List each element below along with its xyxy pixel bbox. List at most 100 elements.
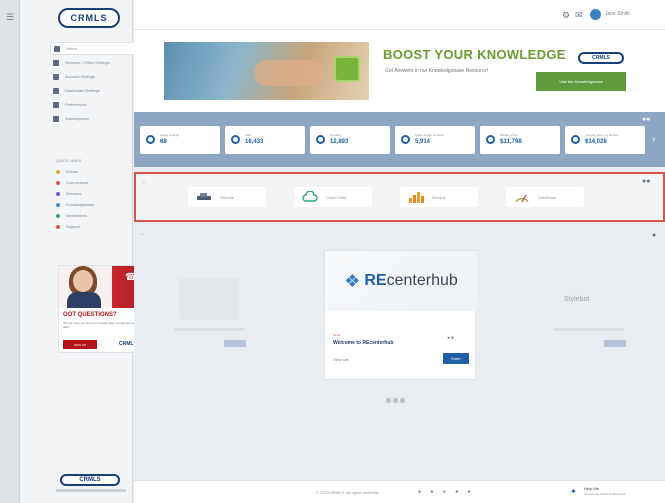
grid-icon: [53, 115, 59, 122]
stat-label: Active Listings: [160, 133, 180, 137]
stat-value: 12,893: [330, 139, 349, 145]
more-icon[interactable]: ●●: [642, 178, 650, 185]
more-icon[interactable]: ●: [652, 232, 656, 239]
quick-link-label: Flexmls: [220, 194, 234, 200]
stat-value: 68: [160, 139, 167, 145]
stat-ring-icon: [316, 135, 325, 144]
mail-icon[interactable]: ✉: [575, 10, 583, 21]
recenterhub-card[interactable]: ❖ RE centerhub News Welcome to REcenterh…: [324, 250, 477, 380]
sidebar-link-label: Events: [66, 169, 79, 174]
stat-card[interactable]: Active Under Contract 5,914: [395, 126, 475, 154]
quick-links-panel: – ●● Flexmls Cloud CMA Remine DataPulse: [134, 172, 665, 222]
stat-label: Median Price: [500, 133, 518, 137]
chevron-right-icon[interactable]: ›: [652, 134, 655, 145]
chart-icon: [409, 192, 424, 203]
flag-icon: [53, 101, 59, 108]
stat-value: $14,028: [585, 139, 607, 145]
sidebar-link-label: Knowledgebase: [66, 202, 95, 207]
logo-prefix: RE: [364, 272, 387, 289]
chat-icon: ✦: [570, 487, 577, 496]
stat-card[interactable]: Median Price $31,798: [480, 126, 560, 154]
featured-carousel: – ● Stylebot ❖ RE centerhub News Welcome…: [134, 228, 665, 418]
ad-person-face: [73, 270, 93, 292]
dot-icon: [56, 191, 60, 196]
stat-card[interactable]: Active Listings 68: [140, 126, 220, 154]
pager-dot[interactable]: [393, 398, 398, 403]
more-icon[interactable]: ●●: [642, 116, 650, 123]
sidebar-footer-logo-text: CRMLS: [79, 477, 101, 483]
user-name[interactable]: Jane Smith: [605, 11, 630, 17]
home-icon: [54, 45, 60, 52]
stat-label: Sold: [245, 133, 252, 137]
top-bar: ⚙ ✉ Jane Smith: [134, 0, 665, 30]
stat-ring-icon: [146, 135, 155, 144]
stat-label: Active Under Contract: [415, 133, 445, 137]
carousel-side-card-left[interactable]: [164, 270, 264, 358]
stat-card[interactable]: Sold 16,433: [225, 126, 305, 154]
stat-card[interactable]: Pending 12,893: [310, 126, 390, 154]
drag-handle-icon[interactable]: –: [142, 180, 145, 186]
stat-ring-icon: [571, 135, 580, 144]
sidebar-link-support[interactable]: Support: [56, 221, 146, 232]
quick-links-title: QUICK LINKS: [56, 158, 82, 163]
sidebar-item-label: Services / Office Settings: [65, 60, 110, 65]
sidebar-item-label: Home: [66, 46, 77, 51]
dot-icon: [56, 213, 60, 218]
avatar[interactable]: [590, 9, 601, 20]
sidebar-link-knowledgebase[interactable]: Knowledgebase: [56, 199, 146, 210]
sidebar-logo[interactable]: CRMLS: [58, 8, 120, 28]
stat-value: 5,914: [415, 139, 431, 145]
sidebar-link-services[interactable]: Services: [56, 188, 146, 199]
quick-link-flexmls[interactable]: Flexmls: [188, 187, 266, 207]
ad-signup-button[interactable]: SIGN UP: [63, 340, 97, 349]
sidebar-link-label: Services: [66, 191, 82, 196]
sidebar-item-label: Preferences: [65, 102, 87, 107]
drag-handle-icon[interactable]: –: [140, 232, 143, 238]
logo-suffix: centerhub: [386, 272, 458, 289]
pager-dot[interactable]: [400, 398, 405, 403]
banner-logo: CRMLS: [578, 52, 624, 64]
side-card-text: [174, 328, 244, 331]
sidebar: CRMLS Home Services / Office Settings Ac…: [20, 0, 148, 503]
stat-label: Pending: [330, 133, 342, 137]
cube-icon: ❖: [344, 270, 361, 291]
enter-button[interactable]: Enter: [443, 353, 469, 364]
side-card-button[interactable]: [604, 340, 626, 347]
sidebar-item-label: Account Settings: [65, 74, 96, 79]
share-icon[interactable]: ◂ ●: [447, 335, 454, 341]
stat-value: 16,433: [245, 139, 264, 145]
dot-icon: [56, 224, 60, 229]
help-subtitle: Contact the CRMLS Help Desk: [584, 492, 626, 496]
gauge-icon: [515, 194, 529, 203]
pager-dot[interactable]: [386, 398, 391, 403]
dot-icon: [56, 180, 60, 185]
card-title: Welcome to REcenterhub: [333, 340, 394, 346]
quick-link-cloudcma[interactable]: Cloud CMA: [294, 187, 372, 207]
calendar-icon: [334, 56, 360, 82]
help-widget[interactable]: ✦ Help Me Contact the CRMLS Help Desk: [570, 486, 665, 500]
gear-icon: [53, 59, 59, 66]
help-title: Help Me: [584, 486, 599, 491]
menu-icon[interactable]: ☰: [6, 12, 14, 23]
carousel-pager: [386, 398, 405, 403]
settings-icon[interactable]: ⚙: [562, 10, 570, 21]
sidebar-link-events[interactable]: Events: [56, 166, 146, 177]
sidebar-link-newsletters[interactable]: Newsletters: [56, 210, 146, 221]
card-site-link[interactable]: View site: [333, 357, 349, 362]
dashboard-icon: [53, 87, 59, 94]
side-card-button[interactable]: [224, 340, 246, 347]
quick-link-remine[interactable]: Remine: [400, 187, 478, 207]
visit-knowledgebase-button[interactable]: Visit the Knowledgebase: [536, 72, 626, 91]
sidebar-link-label: Newsletters: [66, 213, 87, 218]
dot-icon: [56, 169, 60, 174]
cloud-icon: [302, 191, 318, 202]
carousel-side-card-right[interactable]: [544, 270, 644, 358]
sidebar-link-connections[interactable]: Connections: [56, 177, 146, 188]
stat-card[interactable]: Average Days on Market $14,028: [565, 126, 645, 154]
social-icons[interactable]: ● ● ● ● ●: [418, 489, 475, 495]
side-card-text: [554, 328, 624, 331]
sidebar-logo-text: CRMLS: [70, 13, 108, 23]
support-ad[interactable]: ☎ GOT QUESTIONS? We can help you find yo…: [58, 265, 147, 353]
quick-link-datapulse[interactable]: DataPulse: [506, 187, 584, 207]
sidebar-link-label: Connections: [66, 180, 89, 185]
